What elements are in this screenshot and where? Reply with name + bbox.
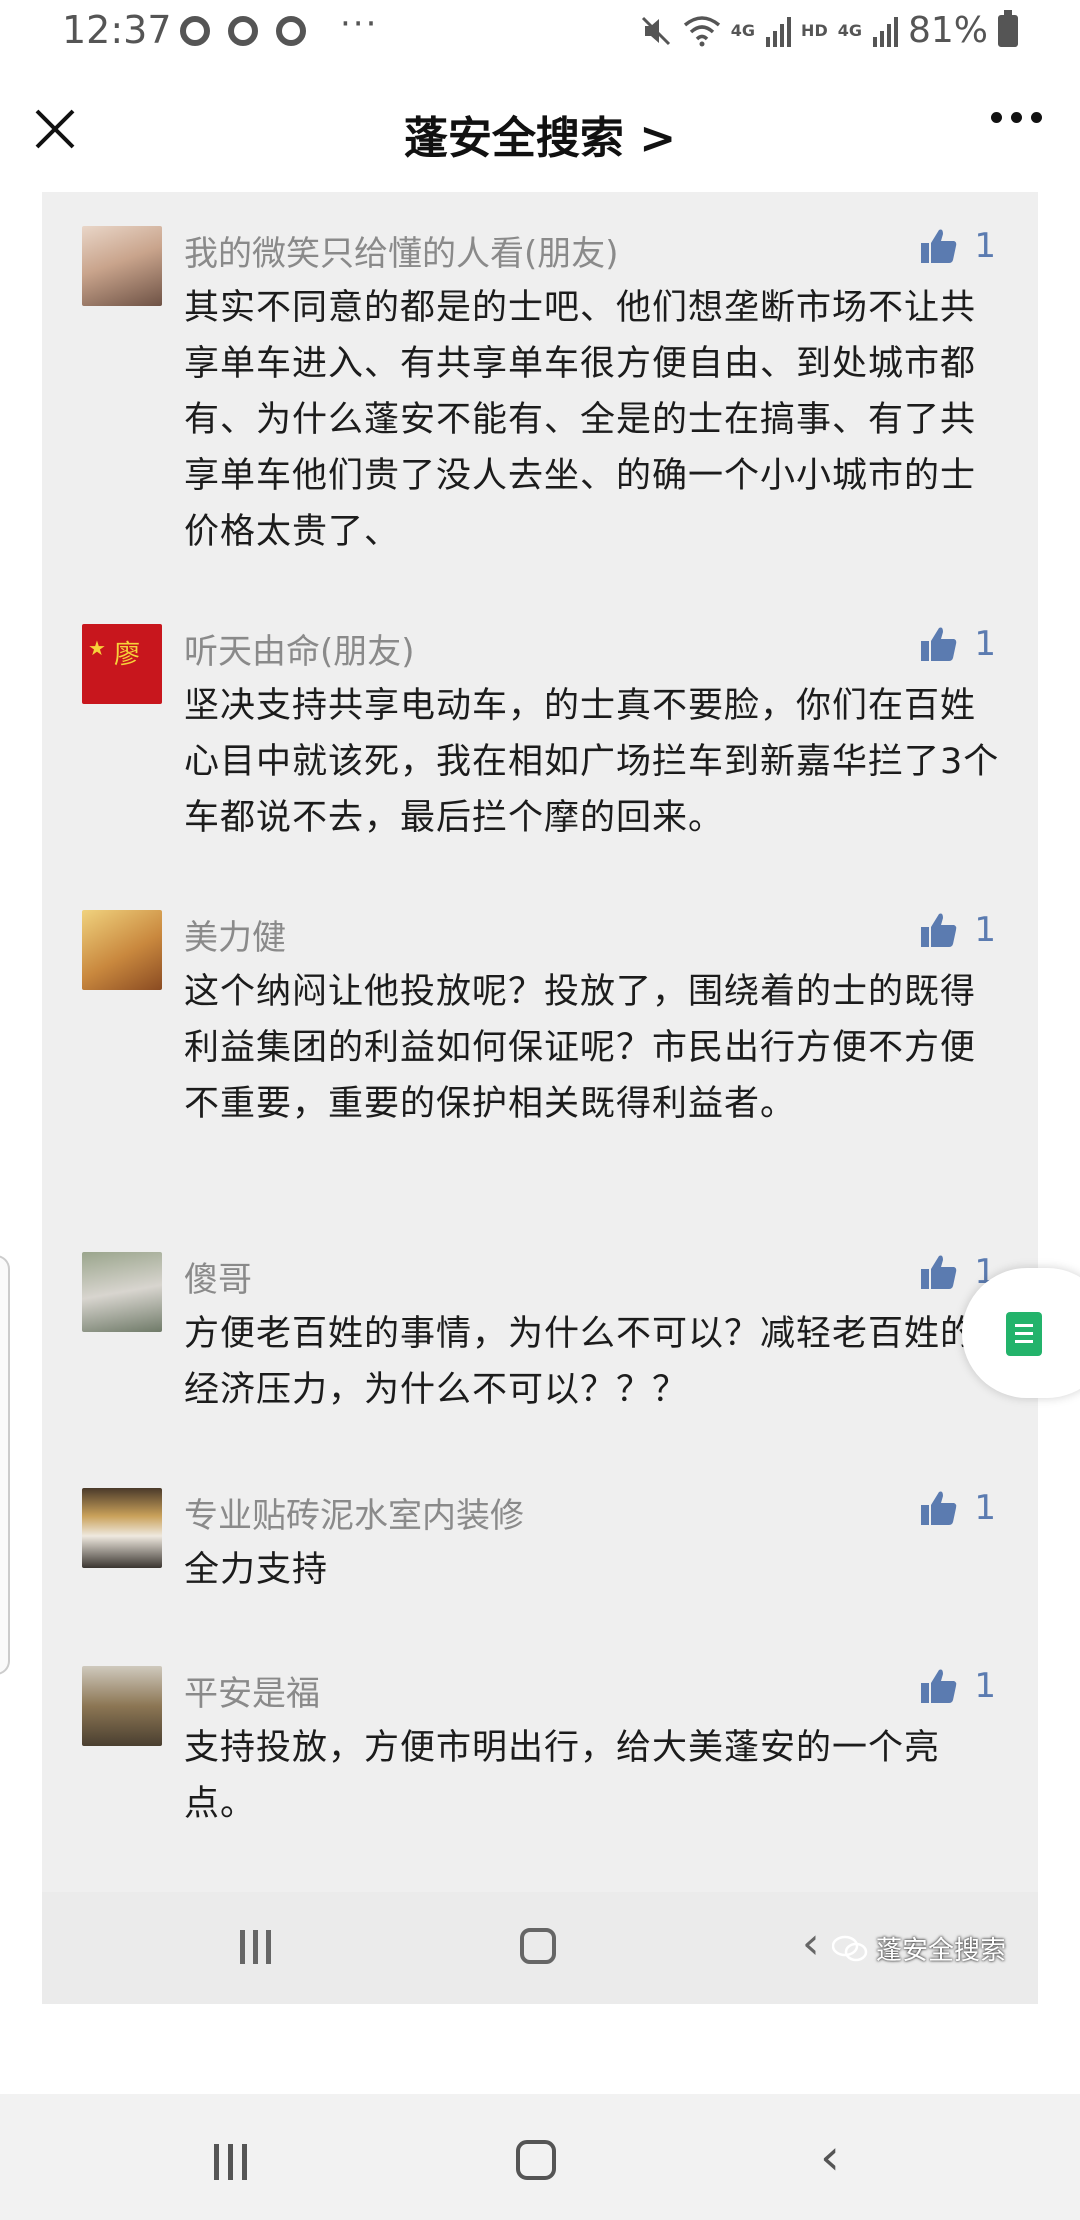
more-options-icon[interactable]: [991, 112, 1042, 123]
home-icon: [520, 1928, 556, 1964]
avatar[interactable]: [82, 1488, 162, 1568]
comment-text: 其实不同意的都是的士吧、他们想垄断市场不让共享单车进入、有共享单车很方便自由、到…: [184, 288, 977, 552]
mute-icon: [641, 16, 670, 45]
network-hd-label: HD: [801, 21, 828, 40]
comment-author[interactable]: 美力健: [184, 910, 286, 959]
like-button[interactable]: 1: [920, 226, 996, 266]
status-indicators: 4G HD 4G 81%: [639, 9, 1018, 51]
floating-note-button[interactable]: [962, 1268, 1080, 1398]
comment-author[interactable]: 傻哥: [184, 1252, 252, 1301]
recents-button[interactable]: [214, 2144, 247, 2180]
battery-icon: [998, 9, 1018, 47]
back-button[interactable]: ‹: [820, 2128, 840, 2186]
like-button[interactable]: 1: [920, 910, 996, 950]
thumbs-up-icon: [921, 913, 957, 947]
comment-author[interactable]: 听天由命(朋友): [184, 624, 415, 673]
avatar[interactable]: [82, 910, 162, 990]
comment-text: 方便老百姓的事情，为什么不可以？减轻老百姓的经济压力，为什么不可以？？？: [184, 1314, 977, 1410]
comment-author[interactable]: 我的微笑只给懂的人看(朋友): [184, 226, 619, 275]
comments-panel: 我的微笑只给懂的人看(朋友) 1 其实不同意的都是的士吧、他们想垄断市场不让共享…: [42, 192, 1038, 2004]
notification-q-icon: [276, 16, 306, 46]
wifi-icon: [683, 15, 720, 46]
like-button[interactable]: 1: [920, 1488, 996, 1528]
thumbs-up-icon: [921, 1255, 957, 1289]
notification-q-icon: [228, 16, 258, 46]
like-button[interactable]: 1: [920, 624, 996, 664]
like-button[interactable]: 1: [920, 1666, 996, 1706]
like-count: 1: [974, 1488, 996, 1528]
status-time: 12:37: [62, 8, 172, 52]
thumbs-up-icon: [921, 1669, 957, 1703]
more-notifications-icon: ···: [340, 4, 379, 44]
star-icon: ★: [88, 636, 106, 660]
inner-nav-bar: ‹ 蓬安全搜索: [42, 1892, 1038, 2004]
watermark: 蓬安全搜索: [832, 1930, 1006, 1967]
page-title[interactable]: 蓬安全搜索 >: [0, 102, 1080, 166]
like-count: 1: [974, 226, 996, 266]
battery-percent: 81%: [907, 10, 988, 51]
document-icon: [1006, 1312, 1042, 1356]
comment-text: 坚决支持共享电动车，的士真不要脸，你们在百姓心目中就该死，我在相如广场拦车到新嘉…: [184, 686, 1000, 838]
status-bar: 12:37 ··· 4G HD 4G 81%: [0, 0, 1080, 68]
comment-author[interactable]: 专业贴砖泥水室内装修: [184, 1488, 524, 1537]
signal-icon: [766, 16, 792, 47]
system-nav-bar: ‹: [0, 2094, 1080, 2220]
comment-author[interactable]: 平安是福: [184, 1666, 320, 1715]
comment-text: 这个纳闷让他投放呢？投放了，围绕着的士的既得利益集团的利益如何保证呢？市民出行方…: [184, 972, 977, 1124]
notification-q-icon: [180, 16, 210, 46]
network-4g-label: 4G: [837, 21, 862, 40]
edge-panel-handle[interactable]: [0, 1255, 10, 1675]
signal-icon: [872, 16, 898, 47]
app-header: 蓬安全搜索 >: [0, 68, 1080, 192]
watermark-text: 蓬安全搜索: [876, 1936, 1007, 1966]
comment-text: 全力支持: [184, 1550, 329, 1590]
thumbs-up-icon: [921, 229, 957, 263]
comment-text: 支持投放，方便市明出行，给大美蓬安的一个亮点。: [184, 1728, 941, 1824]
wechat-icon: [832, 1935, 868, 1961]
network-4g-label: 4G: [730, 21, 756, 40]
like-count: 1: [974, 910, 996, 950]
avatar-text: 廖: [114, 640, 141, 670]
thumbs-up-icon: [921, 1491, 957, 1525]
avatar[interactable]: ★ 廖: [82, 624, 162, 704]
thumbs-up-icon: [921, 627, 957, 661]
like-count: 1: [974, 624, 996, 664]
avatar[interactable]: [82, 1666, 162, 1746]
recents-icon: [240, 1930, 271, 1964]
avatar[interactable]: [82, 226, 162, 306]
avatar[interactable]: [82, 1252, 162, 1332]
home-button[interactable]: [516, 2140, 556, 2180]
like-count: 1: [974, 1666, 996, 1706]
back-icon: ‹: [802, 1918, 820, 1969]
